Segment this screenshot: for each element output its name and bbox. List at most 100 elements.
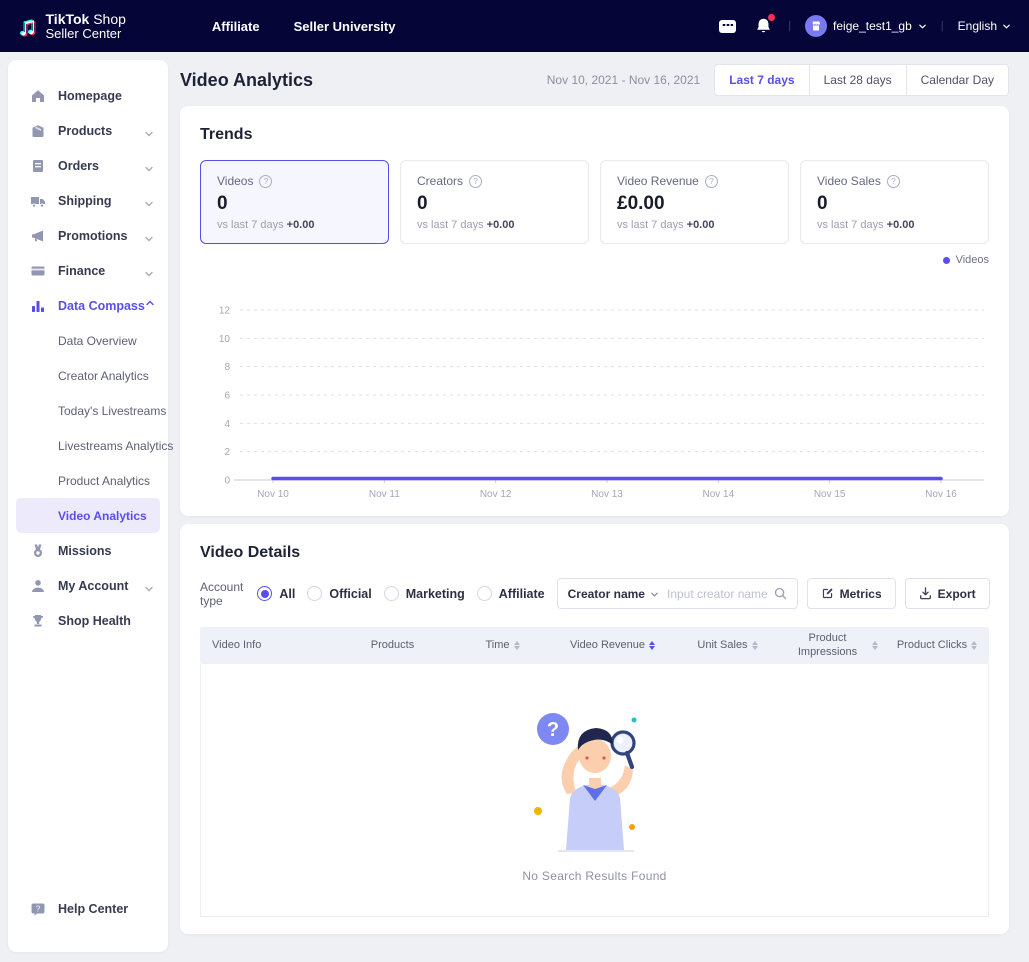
chevron-down-icon (918, 22, 927, 31)
legend-label: Videos (956, 254, 989, 266)
sidebar-item-promotions[interactable]: Promotions (8, 218, 168, 253)
chevron-down-icon (1002, 22, 1011, 31)
sidebar-item-orders[interactable]: Orders (8, 148, 168, 183)
trends-title: Trends (200, 126, 989, 144)
brand-bold: TikTok (46, 11, 90, 27)
svg-text:0: 0 (224, 476, 230, 487)
products-icon (30, 123, 46, 139)
chevron-down-icon (144, 231, 154, 241)
sort-icon[interactable] (649, 641, 655, 650)
column-header-product-clicks[interactable]: Product Clicks (885, 635, 989, 657)
stat-compare: vs last 7 days+0.00 (417, 219, 572, 231)
stat-compare: vs last 7 days+0.00 (217, 219, 372, 231)
promotions-icon (30, 228, 46, 244)
nav-affiliate[interactable]: Affiliate (212, 19, 260, 34)
missions-icon (30, 543, 46, 559)
stat-label: Video Revenue (617, 174, 699, 188)
metrics-label: Metrics (840, 587, 882, 601)
sidebar-item-my-account[interactable]: My Account (8, 568, 168, 603)
help-circle-icon[interactable]: ? (705, 175, 718, 188)
stat-card-video-revenue[interactable]: Video Revenue?£0.00vs last 7 days+0.00 (600, 160, 789, 244)
creator-name-select[interactable]: Creator name (568, 587, 645, 601)
range-button-last-7-days[interactable]: Last 7 days (714, 64, 809, 96)
orders-icon (30, 158, 46, 174)
brand-logo[interactable]: ♫ TikTok Shop Seller Center (18, 12, 126, 40)
sidebar-item-label: Products (58, 124, 144, 138)
sidebar-item-label: Missions (58, 544, 154, 558)
column-label: Products (371, 639, 414, 653)
column-header-product-impressions[interactable]: Product Impressions (780, 628, 885, 664)
sidebar-subitem-data-overview[interactable]: Data Overview (16, 323, 160, 358)
range-button-last-28-days[interactable]: Last 28 days (809, 64, 907, 96)
help-circle-icon[interactable]: ? (259, 175, 272, 188)
stat-label: Video Sales (817, 174, 881, 188)
sidebar-item-label: Shipping (58, 194, 144, 208)
account-type-radio-official[interactable]: Official (307, 586, 371, 601)
help-circle-icon[interactable]: ? (887, 175, 900, 188)
nav-seller-university[interactable]: Seller University (294, 19, 396, 34)
chevron-down-icon (144, 196, 154, 206)
search-icon[interactable] (774, 587, 787, 600)
empty-state-text: No Search Results Found (522, 869, 666, 883)
finance-icon (30, 263, 46, 279)
sort-icon[interactable] (971, 641, 977, 650)
metrics-button[interactable]: Metrics (807, 578, 896, 609)
empty-illustration: ? (520, 698, 670, 863)
language-selector[interactable]: English (958, 19, 1011, 33)
sort-icon[interactable] (752, 641, 758, 650)
brand-line1: TikTok Shop (46, 12, 126, 27)
sidebar-subitem-video-analytics[interactable]: Video Analytics (16, 498, 160, 533)
chevron-down-icon (144, 161, 154, 171)
range-button-calendar-day[interactable]: Calendar Day (906, 64, 1009, 96)
sidebar-item-shipping[interactable]: Shipping (8, 183, 168, 218)
sidebar-item-label: Data Compass (58, 299, 145, 313)
sidebar-subitem-today-s-livestreams[interactable]: Today's Livestreams (16, 393, 160, 428)
brand-line2: Seller Center (46, 27, 126, 41)
sidebar-item-data-compass[interactable]: Data Compass (8, 288, 168, 323)
sort-icon[interactable] (872, 641, 878, 650)
account-menu[interactable]: feige_test1_gb (805, 15, 927, 37)
sidebar-item-shop-health[interactable]: Shop Health (8, 603, 168, 638)
radio-icon (384, 586, 399, 601)
stat-card-creators[interactable]: Creators?0vs last 7 days+0.00 (400, 160, 589, 244)
radio-label: All (279, 587, 295, 601)
account-type-radio-affiliate[interactable]: Affiliate (477, 586, 545, 601)
sidebar-subitem-product-analytics[interactable]: Product Analytics (16, 463, 160, 498)
account-type-radio-marketing[interactable]: Marketing (384, 586, 465, 601)
creator-name-input[interactable] (667, 587, 774, 601)
account-type-radio-all[interactable]: All (257, 586, 295, 601)
messages-icon[interactable] (716, 15, 738, 37)
radio-icon (477, 586, 492, 601)
export-button[interactable]: Export (905, 578, 990, 609)
stat-card-video-sales[interactable]: Video Sales?0vs last 7 days+0.00 (800, 160, 989, 244)
chevron-down-icon (144, 126, 154, 136)
svg-text:2: 2 (224, 447, 230, 458)
stat-label: Creators (417, 174, 463, 188)
sort-icon[interactable] (514, 641, 520, 650)
column-header-unit-sales[interactable]: Unit Sales (675, 635, 780, 657)
sidebar-subitem-creator-analytics[interactable]: Creator Analytics (16, 358, 160, 393)
sidebar-subitem-livestreams-analytics[interactable]: Livestreams Analytics (16, 428, 160, 463)
sidebar: Homepage Products Orders Shipping Promotions… (8, 60, 168, 952)
notifications-bell-icon[interactable] (752, 15, 774, 37)
sidebar-item-label: Finance (58, 264, 144, 278)
help-circle-icon[interactable]: ? (469, 175, 482, 188)
radio-label: Affiliate (499, 587, 545, 601)
sidebar-item-homepage[interactable]: Homepage (8, 78, 168, 113)
sidebar-item-products[interactable]: Products (8, 113, 168, 148)
stat-cards: Videos?0vs last 7 days+0.00Creators?0vs … (200, 160, 989, 244)
video-details-title: Video Details (200, 544, 989, 562)
svg-text:Nov 13: Nov 13 (591, 489, 623, 500)
column-header-video-revenue[interactable]: Video Revenue (550, 635, 675, 657)
svg-text:Nov 12: Nov 12 (480, 489, 512, 500)
chevron-down-icon (144, 581, 154, 591)
stat-value: 0 (217, 193, 372, 215)
column-header-time[interactable]: Time (455, 635, 550, 657)
stat-compare: vs last 7 days+0.00 (817, 219, 972, 231)
sidebar-item-help-center[interactable]: ?Help Center (8, 891, 168, 926)
sidebar-item-finance[interactable]: Finance (8, 253, 168, 288)
date-range-text: Nov 10, 2021 - Nov 16, 2021 (547, 73, 700, 87)
sidebar-item-missions[interactable]: Missions (8, 533, 168, 568)
brand-light: Shop (93, 11, 126, 27)
stat-card-videos[interactable]: Videos?0vs last 7 days+0.00 (200, 160, 389, 244)
